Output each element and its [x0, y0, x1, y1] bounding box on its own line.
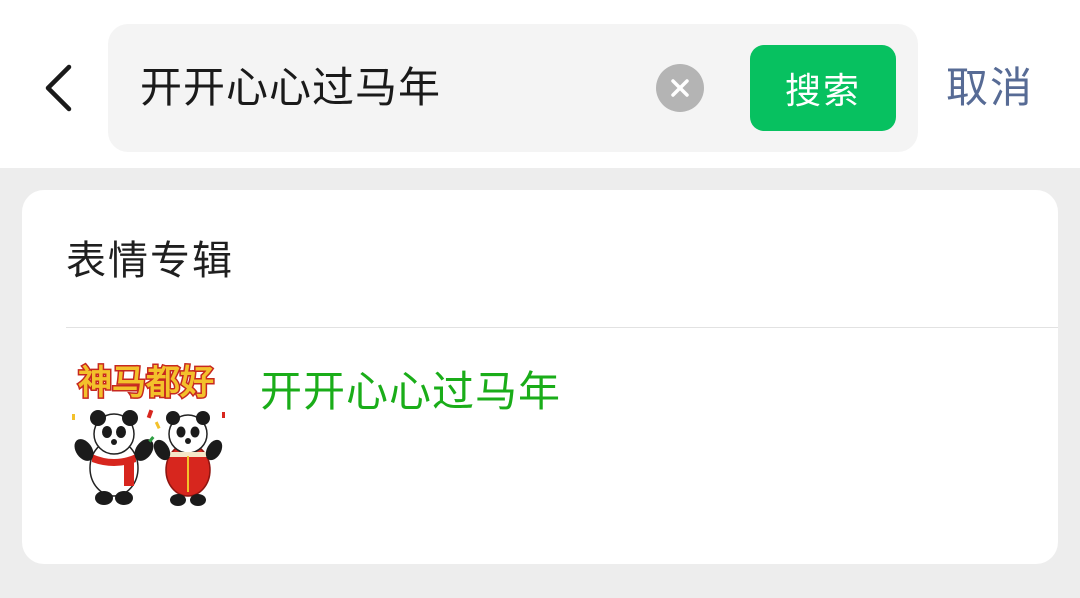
chevron-left-icon — [45, 64, 72, 112]
clear-x-icon — [671, 79, 689, 97]
cancel-button[interactable]: 取消 — [946, 52, 1034, 124]
search-box[interactable]: 开开心心过马年 搜索 — [108, 24, 918, 152]
svg-text:神马都好: 神马都好 — [78, 363, 214, 403]
back-button[interactable] — [28, 56, 88, 120]
result-title[interactable]: 开开心心过马年 — [260, 358, 561, 419]
panda-right-illustration — [153, 411, 223, 506]
sticker-album-item[interactable]: 神马都好 开开心心过马年 — [22, 328, 1058, 564]
section-title: 表情专辑 — [66, 238, 234, 284]
search-header: 开开心心过马年 搜索 取消 — [0, 0, 1080, 168]
search-page: 开开心心过马年 搜索 取消 表情专辑 神马都好 开开心心过马年 — [0, 0, 1080, 598]
clear-button[interactable] — [656, 64, 704, 112]
search-input[interactable]: 开开心心过马年 — [140, 24, 441, 152]
results-card: 表情专辑 神马都好 开开心心过马年 — [22, 190, 1058, 564]
sticker-thumbnail: 神马都好 — [72, 362, 225, 506]
thumbnail-caption-logo: 神马都好 — [77, 362, 216, 405]
search-button[interactable]: 搜索 — [750, 45, 896, 131]
panda-left-illustration — [74, 410, 154, 505]
